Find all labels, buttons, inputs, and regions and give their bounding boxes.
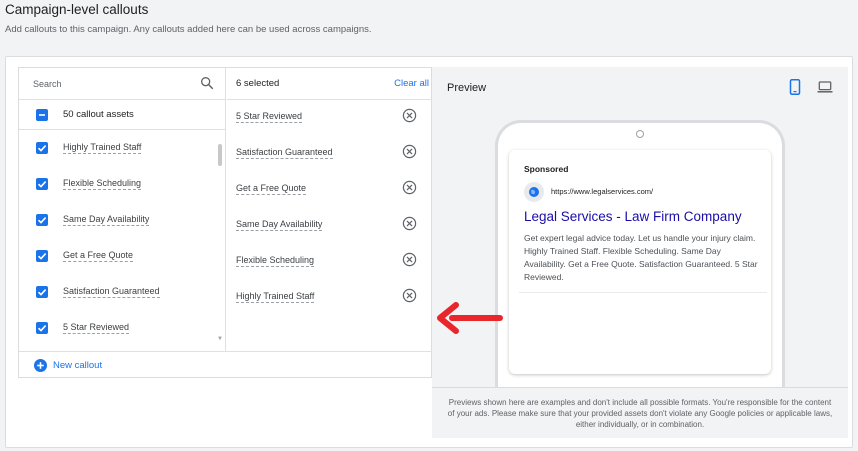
remove-icon[interactable] (402, 108, 417, 123)
asset-item[interactable]: Same Day Availability (19, 202, 219, 238)
preview-disclaimer: Previews shown here are examples and don… (432, 387, 848, 438)
preview-title: Preview (447, 82, 487, 94)
red-arrow-annotation (437, 302, 503, 334)
asset-checkbox[interactable] (36, 214, 48, 226)
ad-url: https://www.legalservices.com/ (551, 187, 654, 196)
search-row (19, 68, 226, 100)
check-icon (37, 253, 47, 260)
remove-icon[interactable] (402, 180, 417, 195)
asset-checkbox[interactable] (36, 142, 48, 154)
selected-item: Highly Trained Staff (227, 278, 432, 314)
clear-all-button[interactable]: Clear all (394, 78, 429, 89)
callout-selector: 50 callout assets Highly Trained Staff F… (18, 67, 433, 378)
asset-label: Get a Free Quote (63, 250, 134, 262)
plus-icon (34, 359, 47, 372)
ad-description: Get expert legal advice today. Let us ha… (524, 233, 758, 282)
selected-item: Get a Free Quote (227, 170, 432, 206)
camera-icon (636, 130, 644, 138)
selected-item: Satisfaction Guaranteed (227, 134, 432, 170)
remove-icon[interactable] (402, 288, 417, 303)
remove-icon[interactable] (402, 144, 417, 159)
check-icon (37, 181, 47, 188)
selected-column: 6 selected Clear all 5 Star Reviewed Sat… (227, 68, 432, 351)
asset-checkbox[interactable] (36, 322, 48, 334)
scroll-down-icon[interactable]: ▼ (217, 336, 223, 342)
asset-label: Satisfaction Guaranteed (63, 286, 160, 298)
asset-count-label: 50 callout assets (63, 109, 134, 120)
globe-icon (524, 182, 544, 202)
selected-label: 5 Star Reviewed (236, 111, 303, 123)
check-icon (37, 145, 47, 152)
callouts-card: 50 callout assets Highly Trained Staff F… (5, 56, 853, 448)
laptop-icon[interactable] (817, 81, 833, 93)
phone-frame: Sponsored https://www.legalservices.com/… (495, 120, 785, 388)
asset-label: Same Day Availability (63, 214, 150, 226)
ad-preview-card: Sponsored https://www.legalservices.com/… (509, 150, 771, 374)
asset-item[interactable]: 5 Star Reviewed (19, 310, 219, 346)
asset-label: 5 Star Reviewed (63, 322, 130, 334)
sponsored-label: Sponsored (524, 164, 569, 174)
remove-icon[interactable] (402, 216, 417, 231)
selected-count: 6 selected (236, 78, 280, 89)
page-title: Campaign-level callouts (5, 2, 149, 17)
select-all-row[interactable]: 50 callout assets (19, 100, 226, 130)
remove-icon[interactable] (402, 252, 417, 267)
asset-label: Flexible Scheduling (63, 178, 142, 190)
asset-item[interactable]: Flexible Scheduling (19, 166, 219, 202)
asset-checkbox[interactable] (36, 286, 48, 298)
page-header: Campaign-level callouts Add callouts to … (0, 0, 858, 50)
ad-headline[interactable]: Legal Services - Law Firm Company (524, 209, 742, 224)
new-callout-label: New callout (53, 360, 103, 371)
search-input[interactable] (33, 76, 183, 92)
selected-label: Same Day Availability (236, 219, 323, 231)
selected-item: Same Day Availability (227, 206, 432, 242)
selected-label: Highly Trained Staff (236, 291, 315, 303)
preview-panel: Preview Sponsored https://www.legalservi… (432, 67, 848, 438)
selected-header: 6 selected Clear all (227, 68, 432, 100)
mobile-icon[interactable] (788, 79, 802, 95)
selected-item: Flexible Scheduling (227, 242, 432, 278)
page-subtitle: Add callouts to this campaign. Any callo… (5, 24, 372, 35)
check-icon (37, 325, 47, 332)
select-all-checkbox[interactable] (36, 109, 48, 121)
asset-label: Highly Trained Staff (63, 142, 142, 154)
asset-checkbox[interactable] (36, 250, 48, 262)
asset-item[interactable]: Satisfaction Guaranteed (19, 274, 219, 310)
scrollbar-thumb[interactable] (218, 144, 222, 166)
selected-label: Satisfaction Guaranteed (236, 147, 333, 159)
asset-checkbox[interactable] (36, 178, 48, 190)
selected-label: Flexible Scheduling (236, 255, 315, 267)
selected-item: 5 Star Reviewed (227, 98, 432, 134)
check-icon (37, 217, 47, 224)
asset-item[interactable]: Highly Trained Staff (19, 130, 219, 166)
check-icon (37, 289, 47, 296)
selected-label: Get a Free Quote (236, 183, 307, 195)
indeterminate-icon (39, 114, 45, 116)
new-callout-button[interactable]: New callout (19, 351, 433, 378)
divider (519, 292, 767, 293)
search-icon[interactable] (199, 75, 215, 91)
assets-column: 50 callout assets Highly Trained Staff F… (19, 68, 226, 351)
asset-item[interactable]: Get a Free Quote (19, 238, 219, 274)
